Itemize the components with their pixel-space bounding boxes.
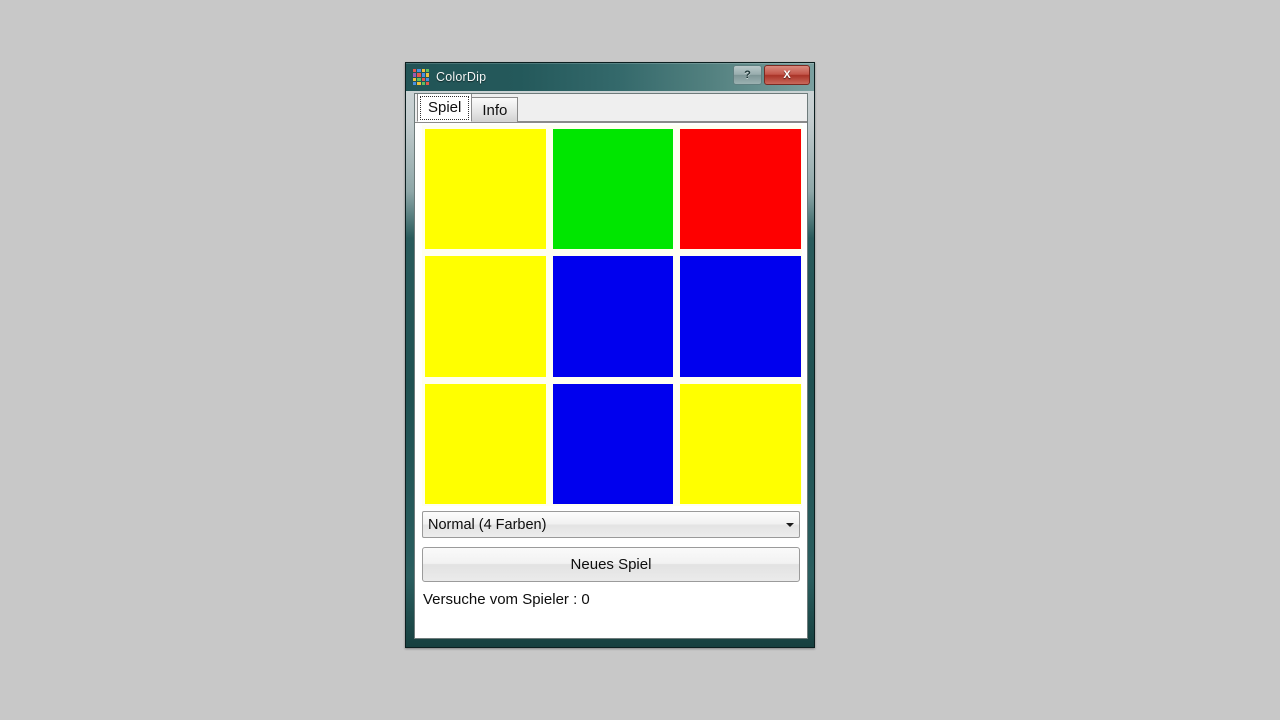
icon-cell bbox=[421, 69, 425, 73]
tab-info[interactable]: Info bbox=[471, 97, 519, 122]
color-tile[interactable] bbox=[552, 256, 674, 377]
new-game-button[interactable]: Neues Spiel bbox=[422, 547, 800, 582]
icon-cell bbox=[417, 77, 421, 81]
color-tile[interactable] bbox=[425, 256, 546, 377]
color-tile[interactable] bbox=[552, 129, 674, 250]
tab-strip-filler bbox=[517, 94, 807, 122]
tab-page-spiel: Normal (4 Farben) Neues Spiel Versuche v… bbox=[415, 123, 807, 638]
icon-cell bbox=[421, 73, 425, 77]
color-tile[interactable] bbox=[425, 129, 546, 250]
color-tile[interactable] bbox=[680, 129, 801, 250]
icon-cell bbox=[417, 69, 421, 73]
tab-spiel[interactable]: Spiel bbox=[417, 94, 473, 122]
color-board-panel bbox=[422, 125, 802, 506]
icon-cell bbox=[417, 73, 421, 77]
title-bar[interactable]: ColorDip ? X bbox=[406, 63, 814, 91]
icon-cell bbox=[417, 81, 421, 85]
icon-cell bbox=[413, 81, 417, 85]
window-title: ColorDip bbox=[436, 70, 487, 84]
attempts-status-text: Versuche vom Spieler : 0 bbox=[423, 591, 590, 608]
colordip-grid-icon bbox=[413, 69, 429, 85]
icon-cell bbox=[413, 69, 417, 73]
icon-cell bbox=[425, 81, 429, 85]
icon-cell bbox=[413, 73, 417, 77]
tab-info-label: Info bbox=[482, 101, 508, 119]
color-tile[interactable] bbox=[680, 383, 801, 504]
help-button[interactable]: ? bbox=[733, 65, 762, 85]
desktop-background: ColorDip ? X Spiel Info Normal (4 Farben… bbox=[0, 0, 1280, 720]
tab-spiel-label: Spiel bbox=[428, 99, 462, 116]
window-controls: ? X bbox=[733, 65, 810, 85]
icon-cell bbox=[425, 73, 429, 77]
icon-cell bbox=[421, 77, 425, 81]
color-tile[interactable] bbox=[425, 383, 546, 504]
color-tile-grid bbox=[425, 129, 801, 504]
difficulty-select-value: Normal (4 Farben) bbox=[428, 516, 547, 533]
color-tile[interactable] bbox=[680, 256, 801, 377]
application-window: ColorDip ? X Spiel Info Normal (4 Farben… bbox=[405, 62, 815, 648]
icon-cell bbox=[421, 81, 425, 85]
client-area: Spiel Info Normal (4 Farben) Neues Spiel bbox=[414, 93, 808, 639]
icon-cell bbox=[413, 77, 417, 81]
icon-cell bbox=[425, 69, 429, 73]
color-tile[interactable] bbox=[552, 383, 674, 504]
chevron-down-icon bbox=[780, 512, 799, 537]
difficulty-select[interactable]: Normal (4 Farben) bbox=[422, 511, 800, 538]
close-button[interactable]: X bbox=[764, 65, 810, 85]
tab-strip: Spiel Info bbox=[415, 94, 807, 123]
icon-cell bbox=[425, 77, 429, 81]
